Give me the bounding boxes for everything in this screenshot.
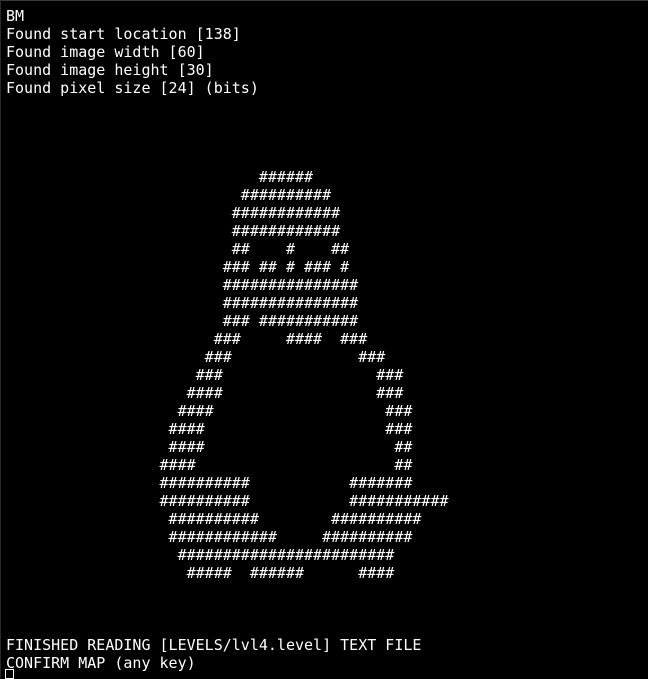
map-row: #### ### xyxy=(6,420,413,438)
map-row: ########## ####### xyxy=(6,474,413,492)
map-row: #### ### xyxy=(6,384,404,402)
map-row: ########## ########## xyxy=(6,510,422,528)
map-row: ############ ########## xyxy=(6,528,413,546)
status-line-finished-reading: FINISHED READING [LEVELS/lvl4.level] TEX… xyxy=(6,636,422,654)
map-row: #### ## xyxy=(6,438,413,456)
map-row: ## # ## xyxy=(6,240,350,258)
map-row: ### ### xyxy=(6,366,404,384)
header-line-bm: BM xyxy=(6,7,25,25)
prompt-line-confirm-map: CONFIRM MAP (any key) xyxy=(6,654,196,672)
map-row: ### #### ### xyxy=(6,330,368,348)
map-row: ###### xyxy=(6,168,314,186)
map-row: ### ## # ### # xyxy=(6,258,350,276)
map-row: ######################## xyxy=(6,546,395,564)
map-row: #### ## xyxy=(6,456,413,474)
header-line-image-width: Found image width [60] xyxy=(6,43,205,61)
ascii-map: ###### ########## ############ #########… xyxy=(6,168,449,582)
header-line-start-location: Found start location [138] xyxy=(6,25,241,43)
map-row: ############### xyxy=(6,276,359,294)
map-row: ############### xyxy=(6,294,359,312)
header-line-image-height: Found image height [30] xyxy=(6,61,214,79)
map-row: ############ xyxy=(6,222,341,240)
map-row: ### ### xyxy=(6,348,386,366)
map-row: ########## ########### xyxy=(6,492,449,510)
map-row: ########## xyxy=(6,186,332,204)
map-row: ### ########### xyxy=(6,312,359,330)
map-row: ##### ###### #### xyxy=(6,564,395,582)
map-row: #### ### xyxy=(6,402,413,420)
terminal-window[interactable]: BM Found start location [138] Found imag… xyxy=(0,0,648,679)
map-row: ############ xyxy=(6,204,341,222)
header-line-pixel-size: Found pixel size [24] (bits) xyxy=(6,79,259,97)
